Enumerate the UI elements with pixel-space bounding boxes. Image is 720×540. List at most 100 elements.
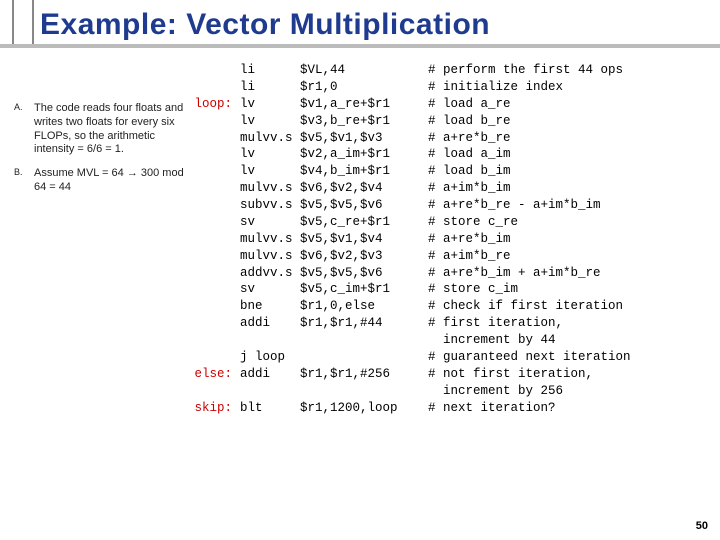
code-line: mulvv.s$v6,$v2,$v4# a+im*b_im	[190, 180, 712, 197]
code-comment: # load b_im	[428, 163, 712, 180]
code-label	[190, 231, 240, 248]
code-label	[190, 248, 240, 265]
code-line: else:addi$r1,$r1,#256# not first iterati…	[190, 366, 712, 383]
title-bar: Example: Vector Multiplication	[0, 0, 720, 48]
code-op: lv	[240, 163, 300, 180]
code-args: $r1,$r1,#256	[300, 366, 428, 383]
code-label	[190, 62, 240, 79]
code-args: $v5,$v5,$v6	[300, 265, 428, 282]
code-line: j loop# guaranteed next iteration	[190, 349, 712, 366]
code-op	[240, 383, 300, 400]
code-comment: # a+re*b_re	[428, 130, 712, 147]
code-op: li	[240, 62, 300, 79]
code-comment: # first iteration,	[428, 315, 712, 332]
code-args: $r1,0	[300, 79, 428, 96]
code-args: $v3,b_re+$r1	[300, 113, 428, 130]
code-comment: # load a_re	[428, 96, 712, 113]
code-label: loop:	[190, 96, 240, 113]
code-line: addi$r1,$r1,#44# first iteration,	[190, 315, 712, 332]
code-args: $v5,$v1,$v3	[300, 130, 428, 147]
code-label	[190, 163, 240, 180]
code-op	[240, 332, 300, 349]
question-text: The code reads four floats and writes tw…	[34, 102, 184, 157]
code-comment: # a+re*b_re - a+im*b_im	[428, 197, 712, 214]
code-label	[190, 281, 240, 298]
code-op: addvv.s	[240, 265, 300, 282]
code-line: mulvv.s$v5,$v1,$v3# a+re*b_re	[190, 130, 712, 147]
code-line: lv$v4,b_im+$r1# load b_im	[190, 163, 712, 180]
code-comment: # guaranteed next iteration	[428, 349, 712, 366]
code-listing: li$VL,44# perform the first 44 opsli$r1,…	[190, 62, 712, 416]
code-line: addvv.s$v5,$v5,$v6# a+re*b_im + a+im*b_r…	[190, 265, 712, 282]
code-op: lv	[240, 96, 300, 113]
code-label	[190, 130, 240, 147]
code-label	[190, 197, 240, 214]
code-args	[300, 332, 428, 349]
code-line: subvv.s$v5,$v5,$v6# a+re*b_re - a+im*b_i…	[190, 197, 712, 214]
code-comment: # check if first iteration	[428, 298, 712, 315]
code-comment: increment by 44	[428, 332, 712, 349]
code-label	[190, 180, 240, 197]
page-number: 50	[696, 520, 708, 532]
code-op: mulvv.s	[240, 180, 300, 197]
code-line: lv$v3,b_re+$r1# load b_re	[190, 113, 712, 130]
code-comment: # load a_im	[428, 146, 712, 163]
code-label	[190, 214, 240, 231]
code-op: addi	[240, 366, 300, 383]
code-comment: # not first iteration,	[428, 366, 712, 383]
code-args: $r1,0,else	[300, 298, 428, 315]
code-line: bne$r1,0,else# check if first iteration	[190, 298, 712, 315]
question-label: B.	[14, 167, 34, 195]
code-label	[190, 315, 240, 332]
code-op: blt	[240, 400, 300, 417]
code-label: else:	[190, 366, 240, 383]
code-label	[190, 146, 240, 163]
code-comment: # store c_re	[428, 214, 712, 231]
code-label	[190, 113, 240, 130]
code-comment: # load b_re	[428, 113, 712, 130]
code-args: $v5,c_re+$r1	[300, 214, 428, 231]
code-op: lv	[240, 146, 300, 163]
code-line: skip:blt$r1,1200,loop# next iteration?	[190, 400, 712, 417]
code-args: $v2,a_im+$r1	[300, 146, 428, 163]
code-args	[300, 349, 428, 366]
code-line: li$VL,44# perform the first 44 ops	[190, 62, 712, 79]
question-label: A.	[14, 102, 34, 157]
code-args: $v1,a_re+$r1	[300, 96, 428, 113]
code-line: mulvv.s$v6,$v2,$v3# a+im*b_re	[190, 248, 712, 265]
code-op: bne	[240, 298, 300, 315]
code-args	[300, 383, 428, 400]
code-args: $v5,c_im+$r1	[300, 281, 428, 298]
code-comment: # store c_im	[428, 281, 712, 298]
question-item: B.Assume MVL = 64 → 300 mod 64 = 44	[14, 167, 184, 195]
code-op: mulvv.s	[240, 130, 300, 147]
code-comment: # a+re*b_im + a+im*b_re	[428, 265, 712, 282]
code-label	[190, 332, 240, 349]
code-args: $v6,$v2,$v4	[300, 180, 428, 197]
code-line: loop:lv$v1,a_re+$r1# load a_re	[190, 96, 712, 113]
code-label	[190, 79, 240, 96]
code-line: increment by 256	[190, 383, 712, 400]
code-line: li$r1,0# initialize index	[190, 79, 712, 96]
code-comment: # a+im*b_re	[428, 248, 712, 265]
code-op: addi	[240, 315, 300, 332]
code-line: sv$v5,c_im+$r1# store c_im	[190, 281, 712, 298]
code-args: $v5,$v5,$v6	[300, 197, 428, 214]
code-op: lv	[240, 113, 300, 130]
code-args: $VL,44	[300, 62, 428, 79]
code-op: li	[240, 79, 300, 96]
code-args: $r1,$r1,#44	[300, 315, 428, 332]
code-args: $r1,1200,loop	[300, 400, 428, 417]
code-op: subvv.s	[240, 197, 300, 214]
code-op: sv	[240, 214, 300, 231]
question-list: A.The code reads four floats and writes …	[14, 62, 184, 416]
question-text: Assume MVL = 64 → 300 mod 64 = 44	[34, 167, 184, 195]
code-comment: increment by 256	[428, 383, 712, 400]
code-line: increment by 44	[190, 332, 712, 349]
code-label	[190, 298, 240, 315]
code-args: $v5,$v1,$v4	[300, 231, 428, 248]
code-comment: # next iteration?	[428, 400, 712, 417]
content-area: A.The code reads four floats and writes …	[0, 48, 720, 416]
code-comment: # a+im*b_im	[428, 180, 712, 197]
code-comment: # a+re*b_im	[428, 231, 712, 248]
